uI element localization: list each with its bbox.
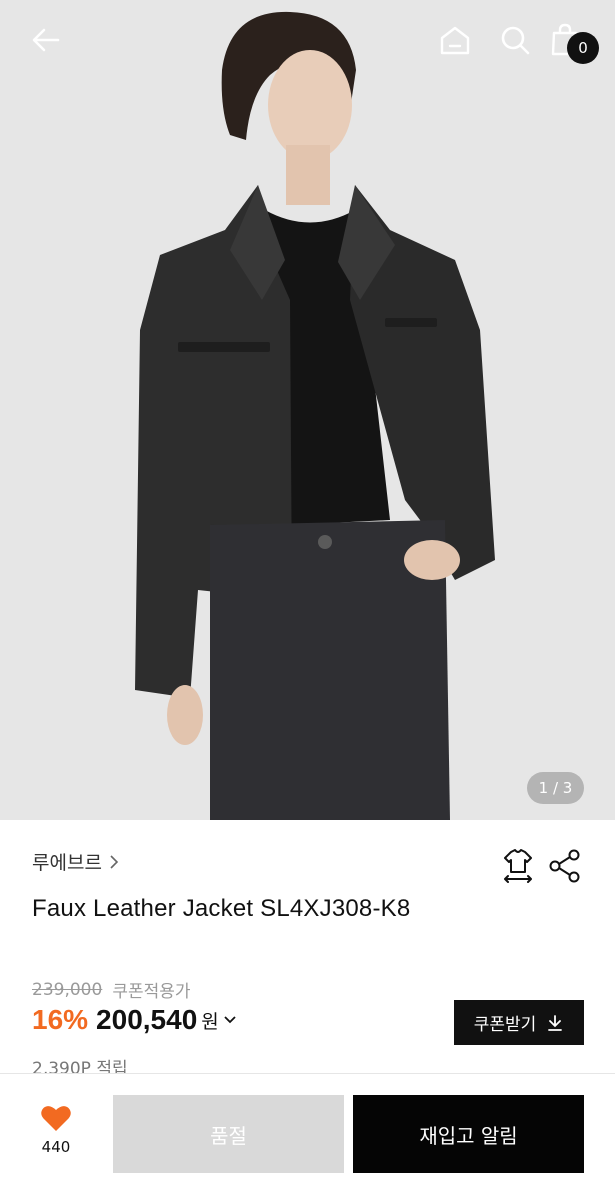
brand-link[interactable]: 루에브르 xyxy=(32,848,120,875)
share-icon xyxy=(549,849,580,883)
cart-count-badge: 0 xyxy=(567,32,599,64)
sale-price: 200,540 xyxy=(96,1004,198,1035)
original-price: 239,000 xyxy=(32,979,103,1000)
share-button[interactable] xyxy=(546,846,584,886)
back-arrow-icon xyxy=(32,28,60,52)
home-icon xyxy=(440,26,470,55)
search-icon xyxy=(501,26,530,55)
discount-rate: 16% xyxy=(32,1004,89,1035)
size-guide-icon xyxy=(504,849,532,883)
heart-icon xyxy=(41,1106,71,1131)
chevron-down-icon[interactable] xyxy=(223,1015,237,1025)
download-icon xyxy=(548,1014,563,1031)
price-row: 16% 200,540 원 xyxy=(32,1004,237,1036)
image-pager: 1 / 3 xyxy=(527,772,584,804)
original-price-row: 239,000 쿠폰적용가 xyxy=(32,977,191,1003)
get-coupon-button[interactable]: 쿠폰받기 xyxy=(454,1000,584,1045)
product-image[interactable]: 0 1 / 3 xyxy=(0,0,615,820)
product-title: Faux Leather Jacket SL4XJ308-K8 xyxy=(32,895,411,922)
size-guide-button[interactable] xyxy=(498,846,538,886)
brand-name: 루에브르 xyxy=(32,852,102,874)
soldout-button: 품절 xyxy=(113,1095,344,1173)
top-navigation: 0 xyxy=(0,0,615,80)
like-button[interactable]: 440 xyxy=(30,1104,82,1170)
currency-unit: 원 xyxy=(201,1010,219,1033)
restock-alert-button[interactable]: 재입고 알림 xyxy=(353,1095,584,1173)
like-count: 440 xyxy=(41,1138,71,1156)
coupon-price-label: 쿠폰적용가 xyxy=(112,982,191,1002)
home-button[interactable] xyxy=(435,20,475,60)
chevron-right-icon xyxy=(110,854,119,869)
back-button[interactable] xyxy=(26,20,66,60)
product-photo xyxy=(0,0,615,820)
get-coupon-label: 쿠폰받기 xyxy=(473,1015,537,1035)
bottom-action-bar: 440 품절 재입고 알림 xyxy=(0,1073,615,1200)
search-button[interactable] xyxy=(495,20,535,60)
